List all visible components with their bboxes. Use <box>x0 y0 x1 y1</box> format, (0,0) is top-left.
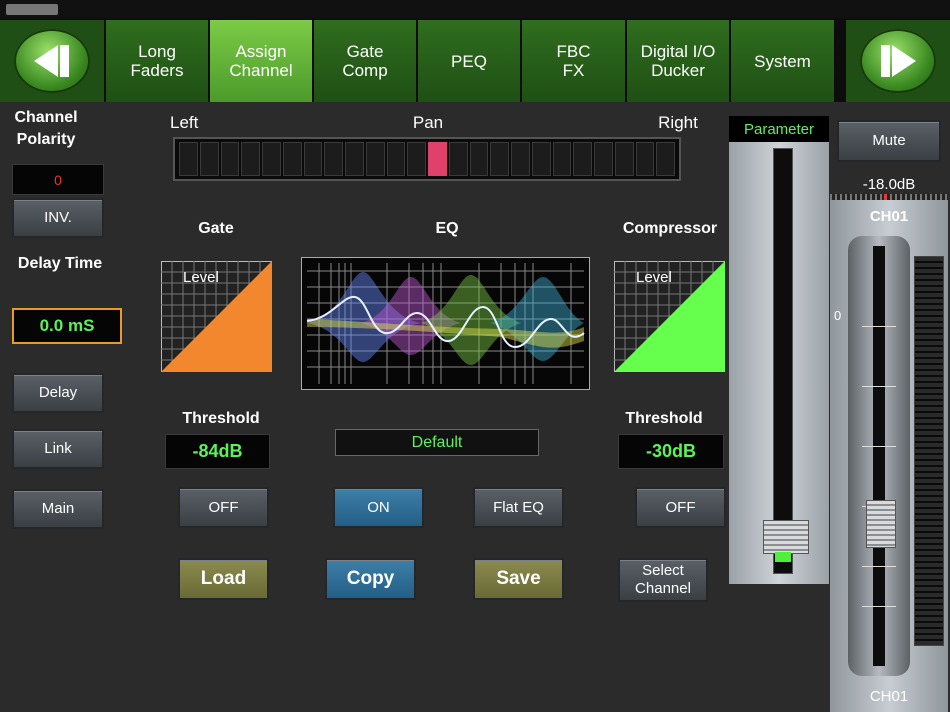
pan-cell <box>656 142 675 176</box>
pan-cell <box>282 142 302 176</box>
polarity-title: Channel Polarity <box>14 109 78 148</box>
pan-cell <box>220 142 240 176</box>
compressor-threshold-value: -30dB <box>645 441 696 461</box>
next-page-button[interactable] <box>846 20 950 102</box>
pan-cell <box>324 142 343 176</box>
flat-eq-button[interactable]: Flat EQ <box>473 487 564 528</box>
channel-level-readout: -18.0dB <box>862 176 916 193</box>
pan-cell <box>594 142 613 176</box>
channel-name-bottom: CH01 <box>869 688 909 705</box>
pan-cell <box>303 142 323 176</box>
pan-cell <box>469 142 489 176</box>
tab-long-faders[interactable]: Long Faders <box>106 20 210 102</box>
link-button[interactable]: Link <box>12 429 104 469</box>
pan-cell <box>407 142 426 176</box>
select-channel-button[interactable]: Select Channel <box>618 558 708 602</box>
top-strip <box>0 0 950 18</box>
next-arrow-icon <box>860 29 936 93</box>
pan-cell <box>199 142 219 176</box>
delay-time-display[interactable]: 0.0 mS <box>12 308 122 344</box>
mute-button[interactable]: Mute <box>837 120 941 162</box>
eq-preset-display[interactable]: Default <box>335 429 539 456</box>
pan-slider[interactable] <box>173 137 681 181</box>
gate-threshold-title: Threshold <box>182 410 260 427</box>
channel-fader-housing <box>848 236 910 676</box>
gate-toggle-button[interactable]: OFF <box>178 487 269 528</box>
eq-toggle-button[interactable]: ON <box>333 487 424 528</box>
pan-cell <box>179 142 198 176</box>
gate-title: Gate <box>198 220 234 237</box>
tab-system[interactable]: System <box>731 20 836 102</box>
main-button[interactable]: Main <box>12 489 104 529</box>
parameter-fader-track[interactable] <box>773 148 793 574</box>
compressor-graph[interactable]: Level <box>613 260 726 373</box>
delay-time-title: Delay Time <box>17 255 103 272</box>
compressor-threshold-title: Threshold <box>625 410 703 427</box>
gate-threshold-display[interactable]: -84dB <box>165 434 270 469</box>
parameter-fader-indicator <box>775 552 791 562</box>
copy-button[interactable]: Copy <box>325 558 416 600</box>
tab-assign-channel[interactable]: Assign Channel <box>210 20 314 102</box>
parameter-fader-panel <box>729 142 829 584</box>
delay-time-value: 0.0 mS <box>39 316 95 335</box>
pan-cell <box>531 142 551 176</box>
eq-graph[interactable] <box>300 256 591 391</box>
channel-fader-panel: CH01 0 CH01 <box>830 200 948 712</box>
channel-name-top: CH01 <box>869 208 909 225</box>
compressor-title: Compressor <box>622 220 718 237</box>
tab-digital-io-ducker[interactable]: Digital I/O Ducker <box>627 20 731 102</box>
pan-cell <box>262 142 281 176</box>
channel-fader-knob[interactable] <box>866 500 896 548</box>
compressor-level-label: Level <box>636 269 672 286</box>
delay-button[interactable]: Delay <box>12 373 104 413</box>
compressor-threshold-display[interactable]: -30dB <box>618 434 724 469</box>
compressor-toggle-button[interactable]: OFF <box>635 487 726 528</box>
gate-level-label: Level <box>183 269 219 286</box>
tab-gate-comp[interactable]: Gate Comp <box>314 20 418 102</box>
pan-cell <box>386 142 406 176</box>
pan-cell <box>365 142 385 176</box>
gate-threshold-value: -84dB <box>192 441 243 461</box>
save-button[interactable]: Save <box>473 558 564 600</box>
pan-right-label: Right <box>658 113 698 132</box>
pan-title: Pan <box>412 113 444 132</box>
prev-arrow-icon <box>14 29 90 93</box>
channel-fader-track[interactable] <box>873 246 885 666</box>
prev-page-button[interactable] <box>0 20 104 102</box>
pan-cell <box>552 142 572 176</box>
pan-cell <box>490 142 509 176</box>
drag-handle[interactable] <box>6 4 58 15</box>
fader-scale-zero: 0 <box>834 308 842 323</box>
tab-peq[interactable]: PEQ <box>418 20 522 102</box>
pan-cell <box>635 142 655 176</box>
invert-button[interactable]: INV. <box>12 198 104 238</box>
parameter-fader-knob[interactable] <box>763 520 809 554</box>
pan-cell <box>614 142 634 176</box>
pan-cell <box>448 142 468 176</box>
load-button[interactable]: Load <box>178 558 269 600</box>
pan-left-label: Left <box>170 113 199 132</box>
pan-position-marker <box>428 142 447 176</box>
pan-cell <box>573 142 592 176</box>
gate-graph[interactable]: Level <box>160 260 273 373</box>
tab-fbc-fx[interactable]: FBC FX <box>522 20 627 102</box>
pan-cell <box>511 142 530 176</box>
pan-cell <box>345 142 364 176</box>
eq-title: EQ <box>435 220 459 237</box>
channel-level-meter <box>914 256 944 646</box>
parameter-title: Parameter <box>729 116 829 142</box>
polarity-display: 0 <box>12 164 104 195</box>
pan-cell <box>241 142 260 176</box>
